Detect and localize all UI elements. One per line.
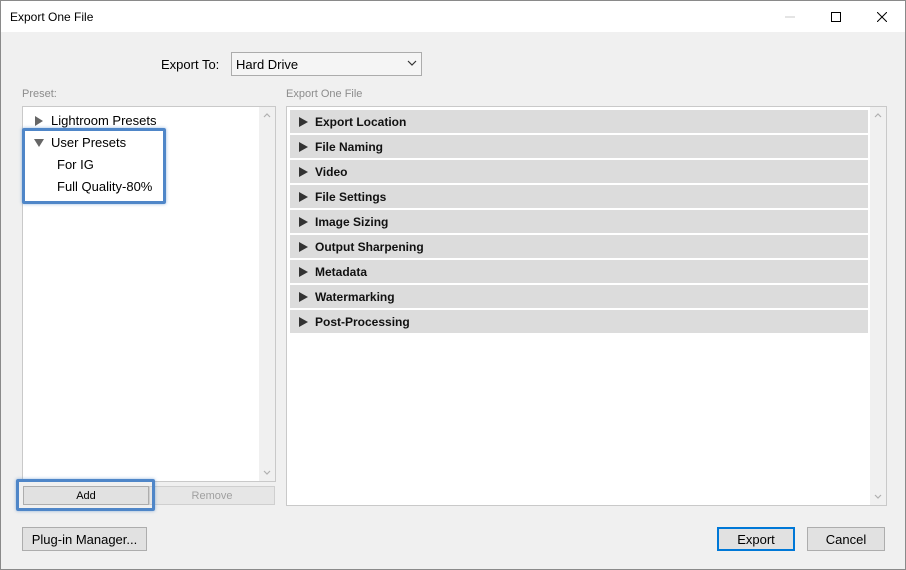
preset-folder-label: Lightroom Presets	[51, 113, 157, 128]
export-to-select[interactable]: Hard Drive	[231, 52, 422, 76]
maximize-icon	[831, 11, 841, 22]
triangle-right-icon	[299, 316, 308, 327]
chevron-down-icon	[407, 60, 417, 66]
section-label: Post-Processing	[315, 314, 410, 329]
section-export-location[interactable]: Export Location	[290, 110, 868, 133]
export-button[interactable]: Export	[717, 527, 795, 551]
triangle-down-icon	[34, 138, 44, 147]
section-image-sizing[interactable]: Image Sizing	[290, 210, 868, 233]
close-button[interactable]	[859, 1, 905, 32]
section-label: File Naming	[315, 139, 384, 154]
export-section-title: Export One File	[286, 88, 363, 100]
minimize-icon	[785, 16, 795, 17]
triangle-right-icon	[299, 216, 308, 227]
preset-scrollbar[interactable]	[259, 107, 275, 481]
preset-list: Lightroom Presets User Presets For IG Fu…	[22, 106, 276, 482]
maximize-button[interactable]	[813, 1, 859, 32]
section-video[interactable]: Video	[290, 160, 868, 183]
triangle-right-icon	[35, 115, 43, 126]
section-label: Export Location	[315, 114, 407, 129]
minimize-button[interactable]	[767, 1, 813, 32]
section-label: Video	[315, 164, 348, 179]
scroll-down-icon[interactable]	[263, 470, 271, 476]
section-label: Metadata	[315, 264, 368, 279]
triangle-right-icon	[299, 291, 308, 302]
export-to-value: Hard Drive	[236, 57, 299, 72]
window-title: Export One File	[10, 10, 94, 24]
export-settings-panel: Export Location File Naming Video File S…	[286, 106, 887, 506]
add-preset-button[interactable]: Add	[23, 486, 149, 505]
triangle-right-icon	[299, 241, 308, 252]
preset-folder-lightroom[interactable]: Lightroom Presets	[34, 113, 157, 128]
preset-section-title: Preset:	[22, 88, 57, 100]
preset-folder-label: User Presets	[51, 135, 127, 150]
preset-item-full-quality[interactable]: Full Quality-80%	[57, 179, 152, 194]
triangle-right-icon	[299, 116, 308, 127]
cancel-button[interactable]: Cancel	[807, 527, 885, 551]
triangle-right-icon	[299, 141, 308, 152]
preset-item-for-ig[interactable]: For IG	[57, 157, 94, 172]
triangle-right-icon	[299, 266, 308, 277]
section-output-sharpening[interactable]: Output Sharpening	[290, 235, 868, 258]
preset-folder-user[interactable]: User Presets	[34, 135, 126, 150]
section-file-naming[interactable]: File Naming	[290, 135, 868, 158]
plugin-manager-button[interactable]: Plug-in Manager...	[22, 527, 147, 551]
section-label: File Settings	[315, 189, 387, 204]
export-dialog: Export One File Export To: Hard Drive Pr…	[0, 0, 906, 570]
export-settings-scrollbar[interactable]	[870, 107, 886, 505]
section-label: Output Sharpening	[315, 239, 424, 254]
section-metadata[interactable]: Metadata	[290, 260, 868, 283]
scroll-up-icon[interactable]	[874, 112, 882, 118]
section-file-settings[interactable]: File Settings	[290, 185, 868, 208]
scroll-up-icon[interactable]	[263, 112, 271, 118]
section-watermarking[interactable]: Watermarking	[290, 285, 868, 308]
section-post-processing[interactable]: Post-Processing	[290, 310, 868, 333]
section-label: Image Sizing	[315, 214, 389, 229]
triangle-right-icon	[299, 191, 308, 202]
title-bar: Export One File	[1, 1, 905, 32]
preset-item-label: Full Quality-80%	[57, 179, 153, 194]
triangle-right-icon	[299, 166, 308, 177]
remove-preset-button[interactable]: Remove	[149, 486, 275, 505]
section-label: Watermarking	[315, 289, 395, 304]
export-to-label: Export To:	[161, 57, 220, 72]
close-icon	[877, 11, 887, 22]
scroll-down-icon[interactable]	[874, 494, 882, 500]
preset-item-label: For IG	[57, 157, 94, 172]
